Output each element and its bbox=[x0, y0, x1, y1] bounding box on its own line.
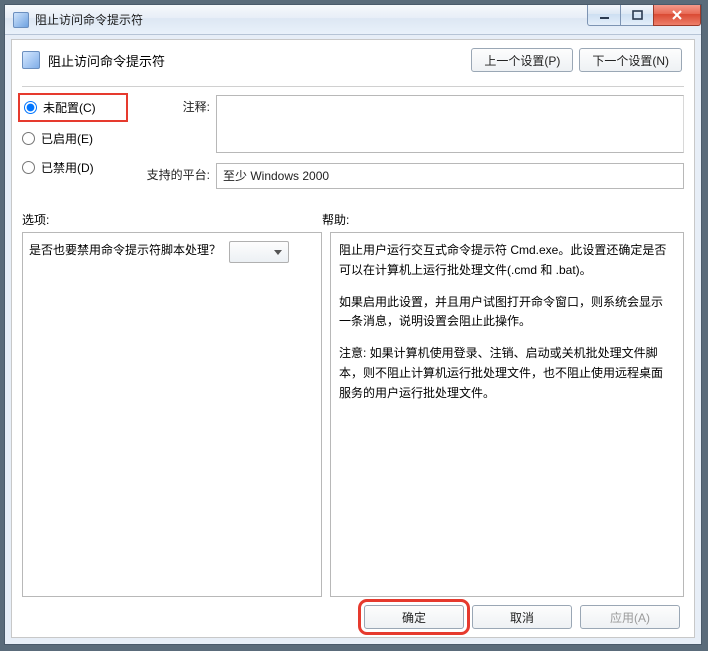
dialog-window: 阻止访问命令提示符 阻止访问命令提示符 bbox=[4, 4, 702, 645]
divider bbox=[22, 86, 684, 87]
titlebar[interactable]: 阻止访问命令提示符 bbox=[5, 5, 701, 35]
apply-button[interactable]: 应用(A) bbox=[580, 605, 680, 629]
radio-disabled-label: 已禁用(D) bbox=[41, 159, 94, 176]
radio-enabled[interactable]: 已启用(E) bbox=[22, 130, 122, 147]
help-paragraph: 阻止用户运行交互式命令提示符 Cmd.exe。此设置还确定是否可以在计算机上运行… bbox=[339, 241, 673, 281]
help-paragraph: 如果启用此设置，并且用户试图打开命令窗口，则系统会显示一条消息，说明设置会阻止此… bbox=[339, 293, 673, 333]
help-pane[interactable]: 阻止用户运行交互式命令提示符 Cmd.exe。此设置还确定是否可以在计算机上运行… bbox=[330, 232, 684, 597]
options-question: 是否也要禁用命令提示符脚本处理？ bbox=[29, 241, 221, 258]
policy-title: 阻止访问命令提示符 bbox=[48, 51, 165, 70]
window-controls bbox=[588, 5, 701, 27]
comment-label: 注释: bbox=[140, 95, 210, 115]
radio-disabled[interactable]: 已禁用(D) bbox=[22, 159, 122, 176]
ok-button[interactable]: 确定 bbox=[364, 605, 464, 629]
script-processing-dropdown[interactable] bbox=[229, 241, 289, 263]
window-title: 阻止访问命令提示符 bbox=[35, 11, 143, 28]
options-label: 选项: bbox=[22, 211, 322, 228]
app-icon bbox=[13, 12, 29, 28]
policy-icon bbox=[22, 51, 40, 69]
minimize-button[interactable] bbox=[587, 5, 621, 26]
radio-disabled-input[interactable] bbox=[22, 161, 35, 174]
radio-not-configured-label: 未配置(C) bbox=[43, 99, 96, 116]
help-paragraph: 注意: 如果计算机使用登录、注销、启动或关机批处理文件脚本，则不阻止计算机运行批… bbox=[339, 344, 673, 403]
platform-label: 支持的平台: bbox=[140, 163, 210, 183]
maximize-button[interactable] bbox=[620, 5, 654, 26]
radio-not-configured-input[interactable] bbox=[24, 101, 37, 114]
next-setting-button[interactable]: 下一个设置(N) bbox=[579, 48, 682, 72]
comment-textarea[interactable] bbox=[216, 95, 684, 153]
help-label: 帮助: bbox=[322, 211, 349, 228]
platform-value: 至少 Windows 2000 bbox=[216, 163, 684, 189]
radio-not-configured[interactable]: 未配置(C) bbox=[18, 93, 128, 122]
previous-setting-button[interactable]: 上一个设置(P) bbox=[471, 48, 573, 72]
radio-enabled-input[interactable] bbox=[22, 132, 35, 145]
options-pane: 是否也要禁用命令提示符脚本处理？ bbox=[22, 232, 322, 597]
cancel-button[interactable]: 取消 bbox=[472, 605, 572, 629]
close-button[interactable] bbox=[653, 5, 701, 26]
radio-enabled-label: 已启用(E) bbox=[41, 130, 93, 147]
